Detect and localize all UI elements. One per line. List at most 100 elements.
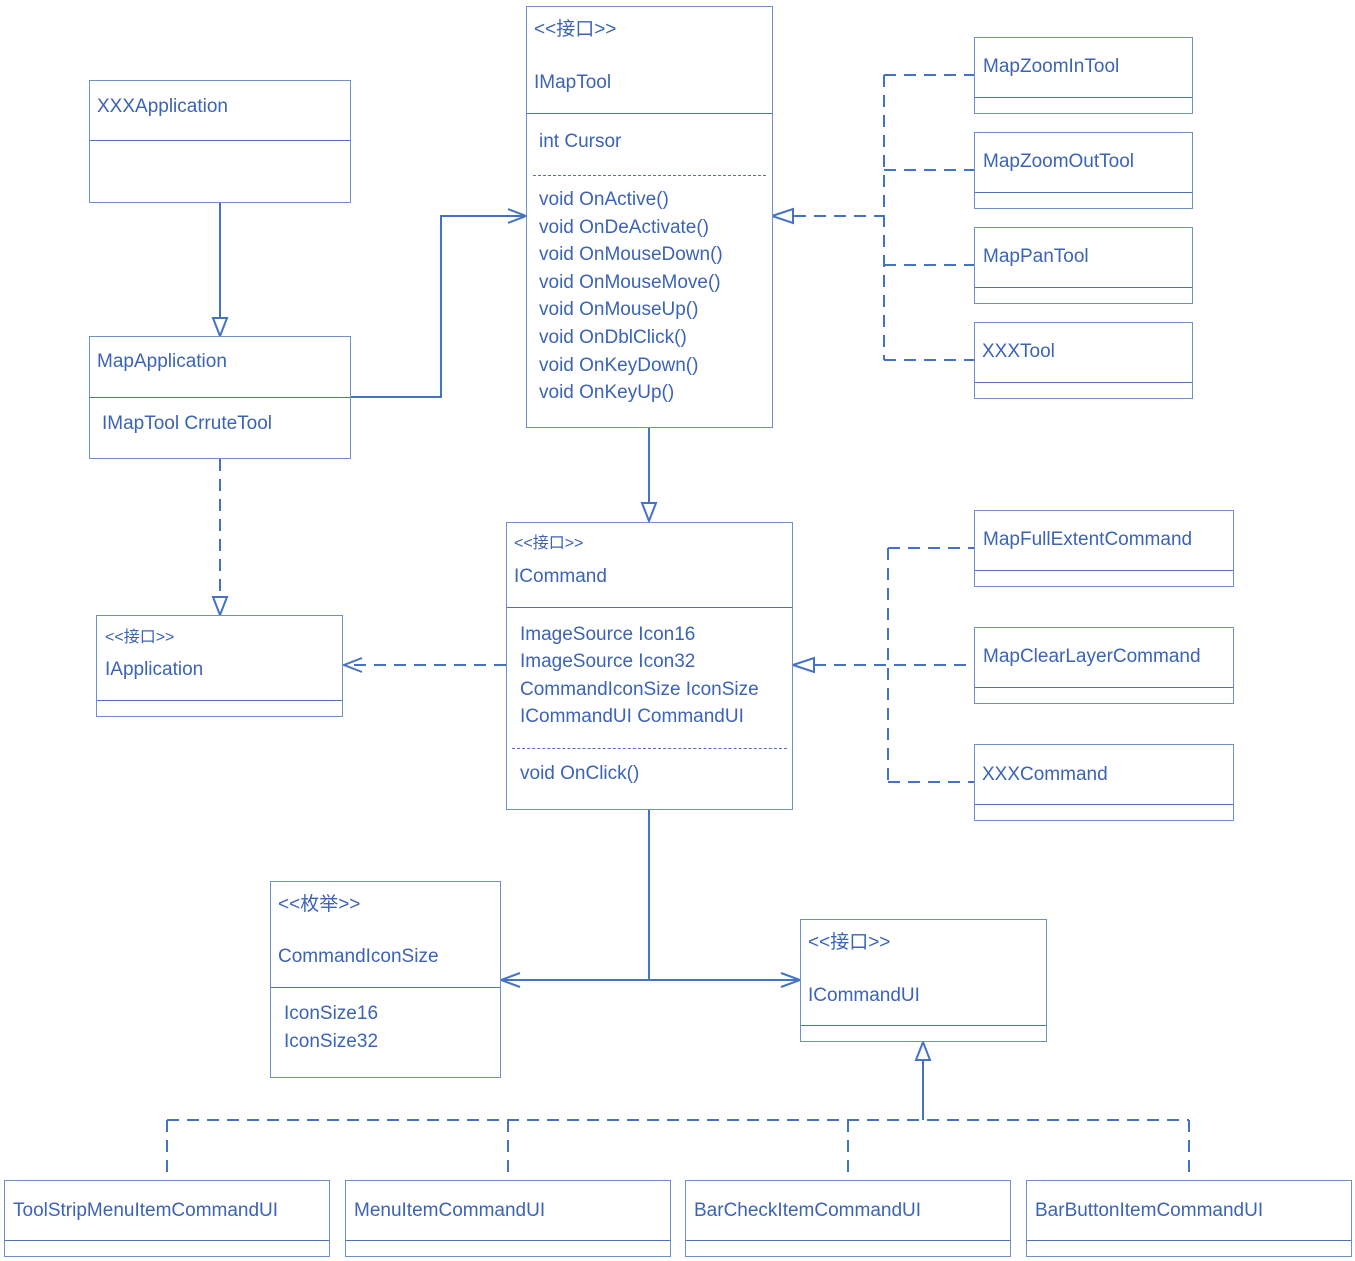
members-divider	[512, 748, 787, 749]
class-name-section: XXXTool	[975, 323, 1192, 383]
class-name: BarCheckItemCommandUI	[694, 1200, 922, 1221]
class-name: MapApplication	[97, 351, 227, 372]
interface-icommand[interactable]: <<接口>> ICommand ImageSource Icon16 Image…	[506, 522, 793, 810]
class-mapclearlayercommand[interactable]: MapClearLayerCommand	[974, 627, 1234, 704]
class-name: XXXApplication	[97, 96, 228, 117]
generalization-arrowhead	[640, 502, 658, 524]
class-toolstripmenuitemcommandui[interactable]: ToolStripMenuItemCommandUI	[4, 1180, 330, 1257]
members-divider	[533, 175, 766, 176]
class-name: MenuItemCommandUI	[354, 1200, 546, 1221]
class-attributes-section	[975, 383, 1192, 398]
class-attributes-section	[975, 288, 1192, 303]
interface-icommandui[interactable]: <<接口>> ICommandUI	[800, 919, 1047, 1042]
class-name-section: <<接口>> ICommand	[507, 523, 792, 608]
class-name-section: <<接口>> IMapTool	[527, 7, 772, 114]
class-attributes-section	[686, 1241, 1010, 1256]
class-attributes-section	[975, 193, 1192, 208]
attribute: ICommandUI CommandUI	[520, 706, 744, 727]
realization-arrowhead	[211, 596, 229, 618]
enum-value: IconSize16	[284, 1003, 379, 1024]
class-mapapplication[interactable]: MapApplication IMapTool CrruteTool	[89, 336, 351, 459]
class-xxxapplication[interactable]: XXXApplication	[89, 80, 351, 203]
class-attributes-section	[90, 141, 350, 202]
stereotype-label: <<接口>>	[514, 535, 584, 552]
method: void OnKeyDown()	[539, 355, 699, 376]
class-mapzoomintool[interactable]: MapZoomInTool	[974, 37, 1193, 114]
method: void OnMouseMove()	[539, 272, 721, 293]
realization-arrowhead	[914, 1039, 932, 1061]
class-name-section: MapZoomInTool	[975, 38, 1192, 98]
class-name: ToolStripMenuItemCommandUI	[13, 1200, 279, 1221]
class-attributes-section	[975, 98, 1192, 113]
method: void OnMouseUp()	[539, 299, 699, 320]
enum-commandiconsize[interactable]: <<枚举>> CommandIconSize IconSize16 IconSi…	[270, 881, 501, 1078]
class-mapfullextentcommand[interactable]: MapFullExtentCommand	[974, 510, 1234, 587]
class-name-section: <<接口>> ICommandUI	[801, 920, 1046, 1026]
generalization-arrowhead	[211, 317, 229, 339]
class-barbuttonitemcommandui[interactable]: BarButtonItemCommandUI	[1026, 1180, 1352, 1257]
class-mapzoomouttool[interactable]: MapZoomOutTool	[974, 132, 1193, 209]
method: void OnDblClick()	[539, 327, 687, 348]
enum-values-section: IconSize16 IconSize32	[271, 988, 500, 1077]
class-attributes-section	[801, 1026, 1046, 1041]
attribute: ImageSource Icon32	[520, 651, 696, 672]
class-attributes-section	[97, 701, 342, 716]
class-name: CommandIconSize	[278, 946, 439, 967]
class-name: MapZoomInTool	[983, 56, 1120, 77]
method: void OnKeyUp()	[539, 382, 675, 403]
method: void OnDeActivate()	[539, 217, 710, 238]
method: void OnMouseDown()	[539, 244, 723, 265]
class-name-section: BarCheckItemCommandUI	[686, 1181, 1010, 1241]
realization-arrowhead	[789, 656, 815, 674]
class-xxxtool[interactable]: XXXTool	[974, 322, 1193, 399]
class-members-section: ImageSource Icon16 ImageSource Icon32 Co…	[507, 608, 792, 809]
interface-iapplication[interactable]: <<接口>> IApplication	[96, 615, 343, 717]
stereotype-label: <<接口>>	[808, 932, 891, 953]
class-attributes-section	[346, 1241, 670, 1256]
class-name-section: MapApplication	[90, 337, 350, 398]
class-attributes-section	[975, 688, 1233, 703]
class-attributes-section	[5, 1241, 329, 1256]
method: void OnClick()	[520, 763, 640, 784]
class-barcheckitemcommandui[interactable]: BarCheckItemCommandUI	[685, 1180, 1011, 1257]
class-name-section: XXXApplication	[90, 81, 350, 141]
class-xxxcommand[interactable]: XXXCommand	[974, 744, 1234, 821]
class-attributes-section	[1027, 1241, 1351, 1256]
class-name-section: MenuItemCommandUI	[346, 1181, 670, 1241]
interface-imaptool[interactable]: <<接口>> IMapTool int Cursor void OnActive…	[526, 6, 773, 428]
class-mappantool[interactable]: MapPanTool	[974, 227, 1193, 304]
class-name: MapClearLayerCommand	[983, 646, 1201, 667]
class-name-section: <<枚举>> CommandIconSize	[271, 882, 500, 988]
class-name: MapZoomOutTool	[983, 151, 1135, 172]
attribute: ImageSource Icon16	[520, 624, 696, 645]
attribute: IMapTool CrruteTool	[102, 413, 273, 434]
class-attributes-section: IMapTool CrruteTool	[90, 398, 350, 458]
class-members-section: int Cursor void OnActive() void OnDeActi…	[527, 114, 772, 427]
class-name-section: XXXCommand	[975, 745, 1233, 805]
class-name: IApplication	[105, 659, 204, 680]
attribute: CommandIconSize IconSize	[520, 679, 759, 700]
class-name: XXXTool	[982, 341, 1055, 362]
edge-mapapplication-imaptool	[351, 215, 526, 398]
class-menuitemcommandui[interactable]: MenuItemCommandUI	[345, 1180, 671, 1257]
class-name-section: MapClearLayerCommand	[975, 628, 1233, 688]
class-attributes-section	[975, 571, 1233, 586]
class-name-section: BarButtonItemCommandUI	[1027, 1181, 1351, 1241]
class-name: ICommandUI	[808, 985, 920, 1006]
stereotype-label: <<枚举>>	[278, 894, 361, 915]
realization-arrowhead	[768, 207, 794, 225]
class-name: BarButtonItemCommandUI	[1035, 1200, 1264, 1221]
class-name: MapFullExtentCommand	[983, 529, 1193, 550]
class-name: MapPanTool	[983, 246, 1089, 267]
class-name: XXXCommand	[982, 764, 1108, 785]
class-attributes-section	[975, 805, 1233, 820]
stereotype-label: <<接口>>	[534, 19, 617, 40]
attribute: int Cursor	[539, 131, 622, 152]
enum-value: IconSize32	[284, 1031, 379, 1052]
class-name-section: MapPanTool	[975, 228, 1192, 288]
class-name-section: MapFullExtentCommand	[975, 511, 1233, 571]
class-name: IMapTool	[534, 72, 612, 93]
class-name-section: ToolStripMenuItemCommandUI	[5, 1181, 329, 1241]
stereotype-label: <<接口>>	[105, 629, 175, 646]
class-name-section: <<接口>> IApplication	[97, 616, 342, 701]
